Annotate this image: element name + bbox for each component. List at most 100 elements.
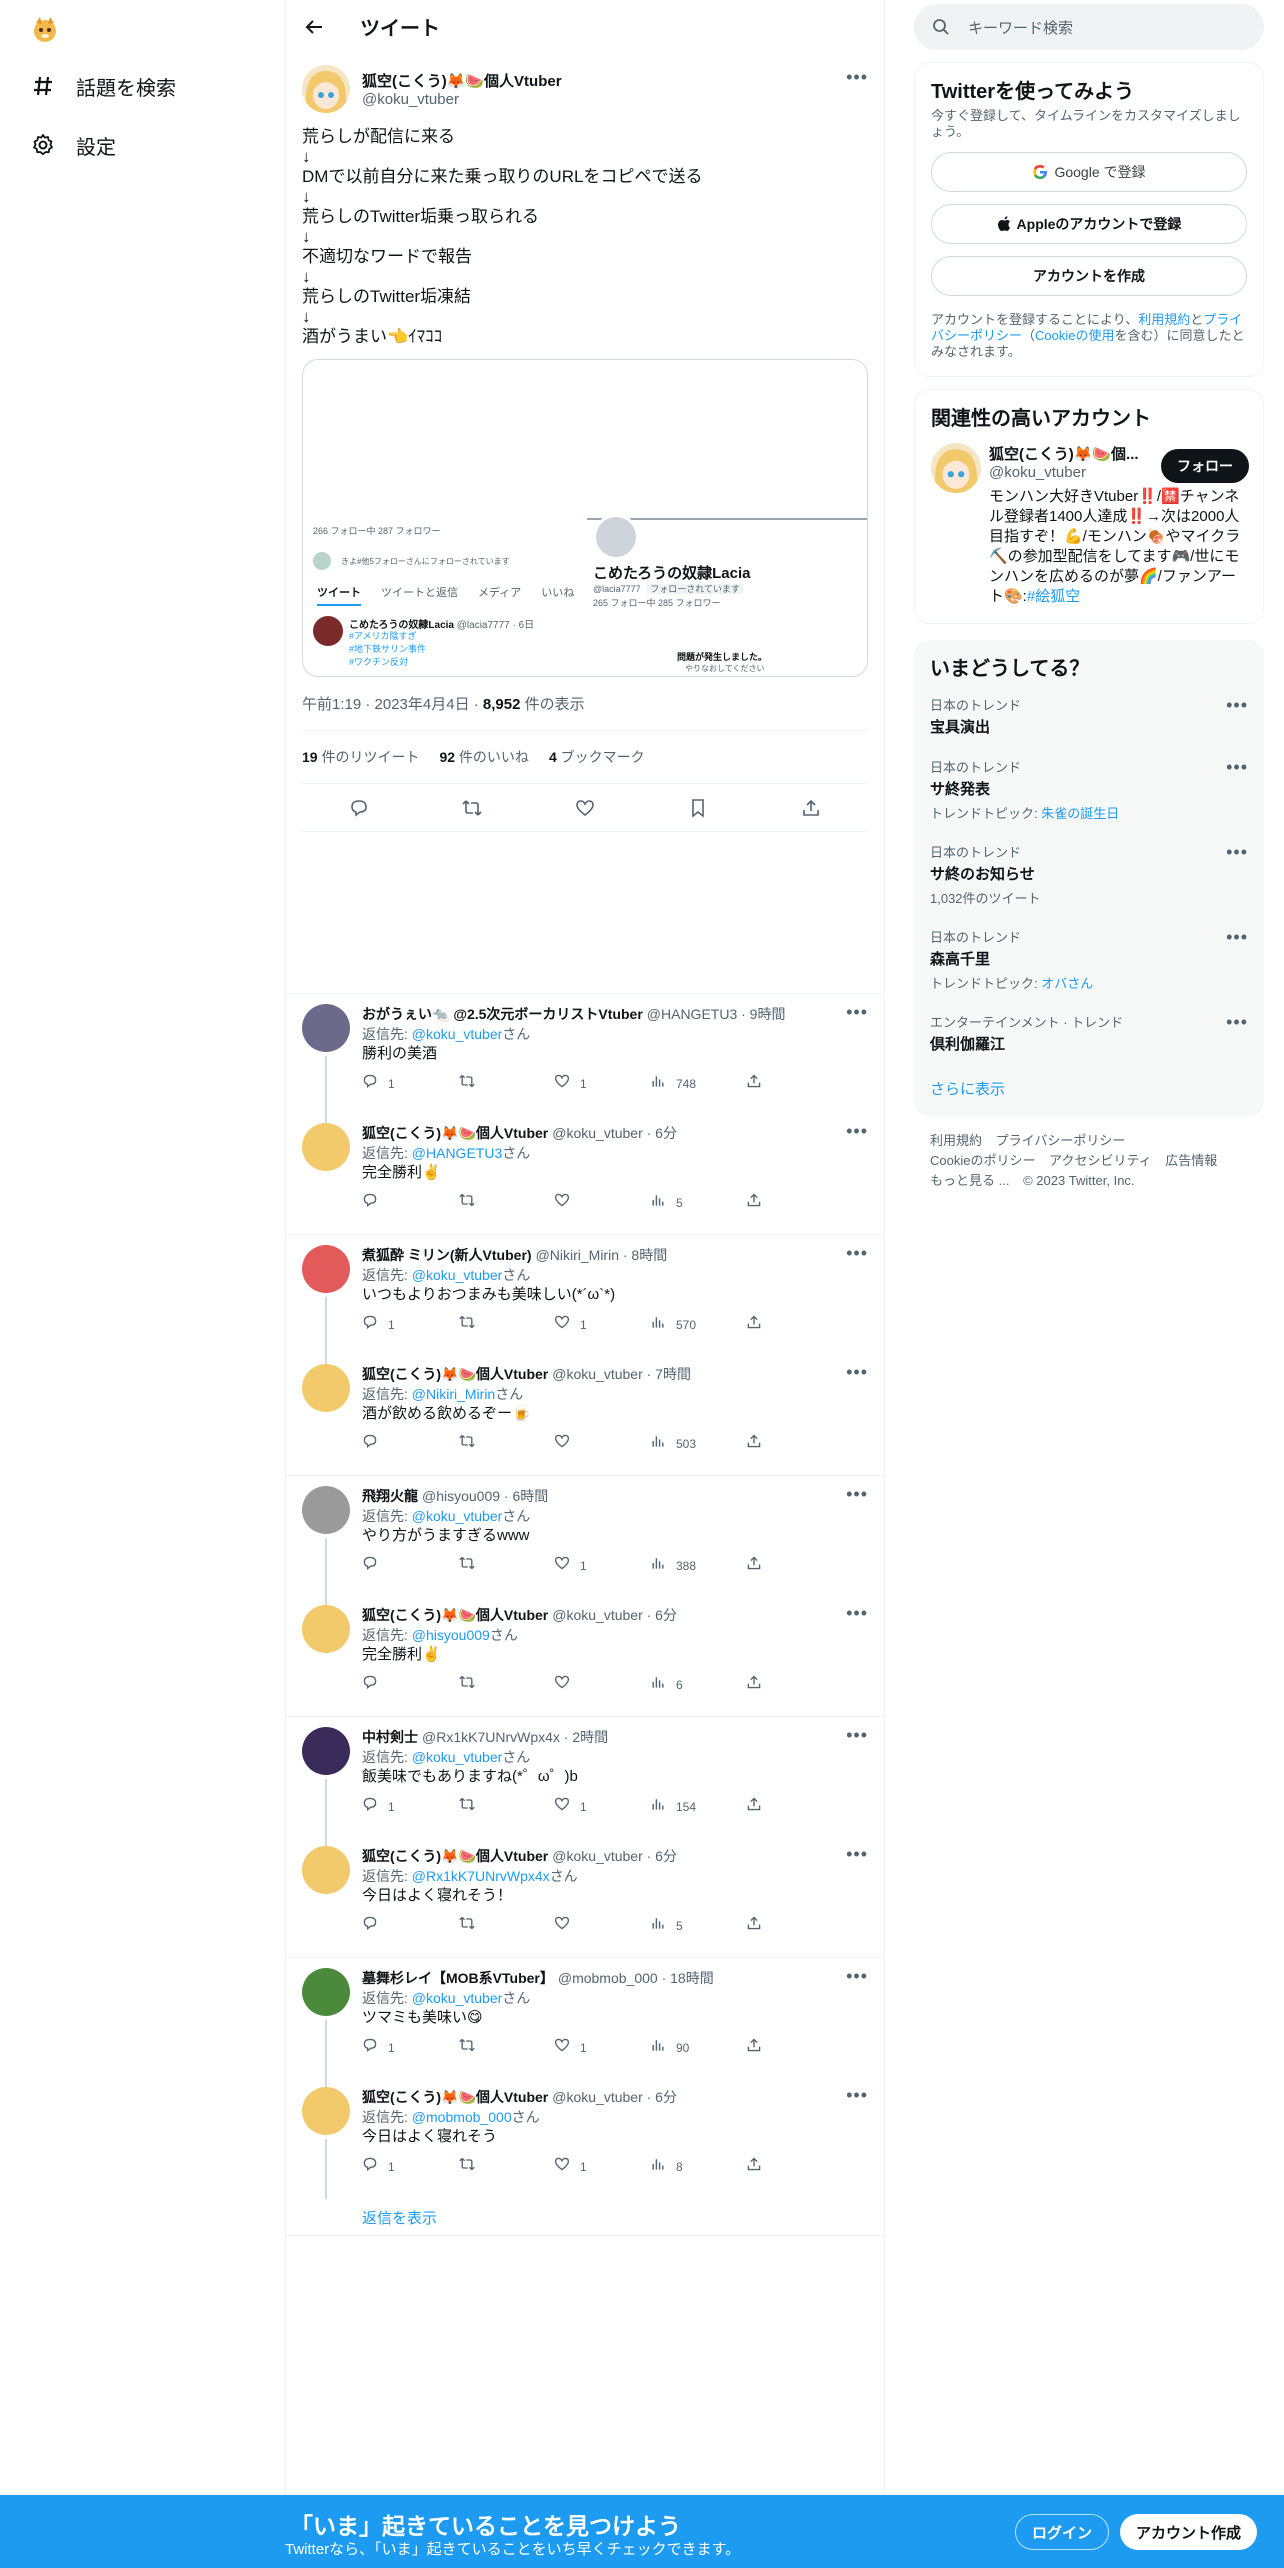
share-button[interactable] (746, 1674, 842, 1696)
reply-author-name[interactable]: 飛翔火龍 (362, 1486, 418, 1506)
views-button[interactable]: 388 (650, 1555, 746, 1577)
reply-author-handle[interactable]: @koku_vtuber · 6分 (552, 2087, 677, 2107)
reply-button[interactable]: 1 (362, 1073, 458, 1095)
retweet-button[interactable] (458, 1433, 554, 1455)
more-options-icon[interactable]: ••• (846, 1002, 868, 1023)
trend-sub-link[interactable]: 朱雀の誕生日 (1041, 806, 1119, 821)
share-icon[interactable] (800, 797, 822, 819)
reply-to-link[interactable]: @koku_vtuber (412, 1990, 502, 2006)
reply-to-link[interactable]: @koku_vtuber (412, 1026, 502, 1042)
reply-author-name[interactable]: おがうぇい🐀 @2.5次元ボーカリストVtuber (362, 1004, 643, 1024)
reply-author-handle[interactable]: @koku_vtuber · 7時間 (552, 1364, 691, 1384)
views-button[interactable]: 90 (650, 2037, 746, 2059)
bookmark-icon[interactable] (687, 797, 709, 819)
nav-explore[interactable]: 話題を検索 (30, 66, 176, 106)
reply-author-name[interactable]: 狐空(こくう)🦊🍉個人Vtuber (362, 1846, 548, 1866)
avatar[interactable] (302, 65, 350, 113)
share-button[interactable] (746, 1555, 842, 1577)
avatar[interactable] (302, 1123, 350, 1171)
trend-item[interactable]: ••• 日本のトレンド 森高千里 トレンドトピック: オバさん (914, 917, 1264, 1002)
share-button[interactable] (746, 1073, 842, 1095)
reply-button[interactable] (362, 1433, 458, 1455)
reply-button[interactable]: 1 (362, 2037, 458, 2059)
avatar[interactable] (302, 1004, 350, 1052)
reply-button[interactable]: 1 (362, 1796, 458, 1818)
share-button[interactable] (746, 1915, 842, 1937)
google-signup-button[interactable]: Google で登録 (931, 152, 1247, 192)
reply-tweet[interactable]: ••• 狐空(こくう)🦊🍉個人Vtuber @koku_vtuber · 6分 返信先… (286, 1836, 884, 1958)
site-logo-icon[interactable] (30, 14, 60, 44)
login-button[interactable]: ログイン (1015, 2514, 1110, 2550)
reply-tweet[interactable]: ••• 墓舞杉レイ【MOB系VTuber】 @mobmob_000 · 18時間 返信… (286, 1958, 884, 2090)
like-stat[interactable]: 92 件のいいね (439, 747, 528, 767)
like-button[interactable]: 1 (554, 1555, 650, 1577)
avatar[interactable] (302, 2087, 350, 2135)
more-options-icon[interactable]: ••• (846, 1484, 868, 1505)
avatar[interactable] (302, 1605, 350, 1653)
trends-show-more[interactable]: さらに表示 (914, 1064, 1264, 1117)
reply-tweet[interactable]: ••• おがうぇい🐀 @2.5次元ボーカリストVtuber @HANGETU3 · … (286, 994, 884, 1126)
tweet-time[interactable]: 午前1:19 · 2023年4月4日 · (302, 696, 483, 713)
views-button[interactable]: 5 (650, 1915, 746, 1937)
trend-item[interactable]: ••• エンターテインメント · トレンド 倶利伽羅江 (914, 1002, 1264, 1064)
related-account[interactable]: 狐空(こくう)🦊🍉個... @koku_vtuber モンハン大好きVtuber… (915, 435, 1263, 623)
reply-tweet[interactable]: ••• 狐空(こくう)🦊🍉個人Vtuber @koku_vtuber · 6分 返信先… (286, 1113, 884, 1235)
footer-link[interactable]: 利用規約 (930, 1133, 982, 1148)
display-name[interactable]: 狐空(こくう)🦊🍉個人Vtuber (362, 70, 562, 91)
avatar[interactable] (302, 1245, 350, 1293)
trend-item[interactable]: ••• 日本のトレンド サ終発表 トレンドトピック: 朱雀の誕生日 (914, 747, 1264, 832)
retweet-button[interactable] (458, 1314, 554, 1336)
share-button[interactable] (746, 2156, 842, 2178)
reply-button[interactable] (362, 1674, 458, 1696)
search-box[interactable]: キーワード検索 (914, 4, 1264, 50)
reply-tweet[interactable]: ••• 中村剣士 @Rx1kK7UNrvWpx4x · 2時間 返信先: @koku_… (286, 1717, 884, 1849)
footer-link[interactable]: 広告情報 (1165, 1153, 1217, 1168)
more-options-icon[interactable]: ••• (846, 67, 868, 88)
reply-author-name[interactable]: 煮狐酔 ミリン(新人Vtuber) (362, 1245, 532, 1265)
reply-author-name[interactable]: 狐空(こくう)🦊🍉個人Vtuber (362, 1605, 548, 1625)
reply-author-name[interactable]: 狐空(こくう)🦊🍉個人Vtuber (362, 1123, 548, 1143)
reply-author-handle[interactable]: @Rx1kK7UNrvWpx4x · 2時間 (422, 1727, 608, 1747)
more-options-icon[interactable]: ••• (1226, 842, 1248, 863)
reply-button[interactable] (362, 1915, 458, 1937)
retweet-stat[interactable]: 19 件のリツイート (302, 747, 419, 767)
more-options-icon[interactable]: ••• (1226, 757, 1248, 778)
tweet-media-image[interactable]: 266 フォロー中 287 フォロワー きよ#他5フォローさんにフォローされてい… (302, 359, 868, 677)
views-button[interactable]: 154 (650, 1796, 746, 1818)
trend-sub-link[interactable]: オバさん (1041, 976, 1093, 991)
reply-tweet[interactable]: ••• 飛翔火龍 @hisyou009 · 6時間 返信先: @koku_vtuber… (286, 1476, 884, 1608)
like-button[interactable]: 1 (554, 1073, 650, 1095)
trend-item[interactable]: ••• 日本のトレンド サ終のお知らせ 1,032件のツイート (914, 832, 1264, 917)
follow-button[interactable]: フォロー (1161, 449, 1249, 483)
retweet-button[interactable] (458, 1073, 554, 1095)
like-button[interactable] (554, 1674, 650, 1696)
more-options-icon[interactable]: ••• (1226, 695, 1248, 716)
share-button[interactable] (746, 1192, 842, 1214)
views-button[interactable]: 570 (650, 1314, 746, 1336)
signup-button[interactable]: アカウント作成 (1120, 2514, 1258, 2550)
reply-tweet[interactable]: ••• 狐空(こくう)🦊🍉個人Vtuber @koku_vtuber · 7時間 返信… (286, 1354, 884, 1476)
share-button[interactable] (746, 1314, 842, 1336)
avatar[interactable] (302, 1486, 350, 1534)
related-bio-tag[interactable]: #絵狐空 (1027, 588, 1080, 605)
avatar[interactable] (931, 443, 981, 493)
reply-icon[interactable] (348, 797, 370, 819)
reply-author-handle[interactable]: @Nikiri_Mirin · 8時間 (536, 1245, 668, 1265)
footer-link[interactable]: プライバシーポリシー (996, 1133, 1126, 1148)
reply-tweet[interactable]: ••• 狐空(こくう)🦊🍉個人Vtuber @koku_vtuber · 6分 返信先… (286, 2077, 884, 2199)
create-account-button[interactable]: アカウントを作成 (931, 256, 1247, 296)
apple-signup-button[interactable]: Appleのアカウントで登録 (931, 204, 1247, 244)
more-options-icon[interactable]: ••• (1226, 1012, 1248, 1033)
footer-link[interactable]: Cookieのポリシー (930, 1153, 1035, 1168)
like-button[interactable] (554, 1915, 650, 1937)
share-button[interactable] (746, 2037, 842, 2059)
reply-author-handle[interactable]: @mobmob_000 · 18時間 (558, 1968, 714, 1988)
reply-author-name[interactable]: 中村剣士 (362, 1727, 418, 1747)
reply-to-link[interactable]: @koku_vtuber (412, 1508, 502, 1524)
more-options-icon[interactable]: ••• (846, 1844, 868, 1865)
footer-link[interactable]: アクセシビリティ (1049, 1153, 1152, 1168)
retweet-icon[interactable] (461, 797, 483, 819)
like-button[interactable] (554, 1192, 650, 1214)
more-options-icon[interactable]: ••• (1226, 927, 1248, 948)
retweet-button[interactable] (458, 1192, 554, 1214)
